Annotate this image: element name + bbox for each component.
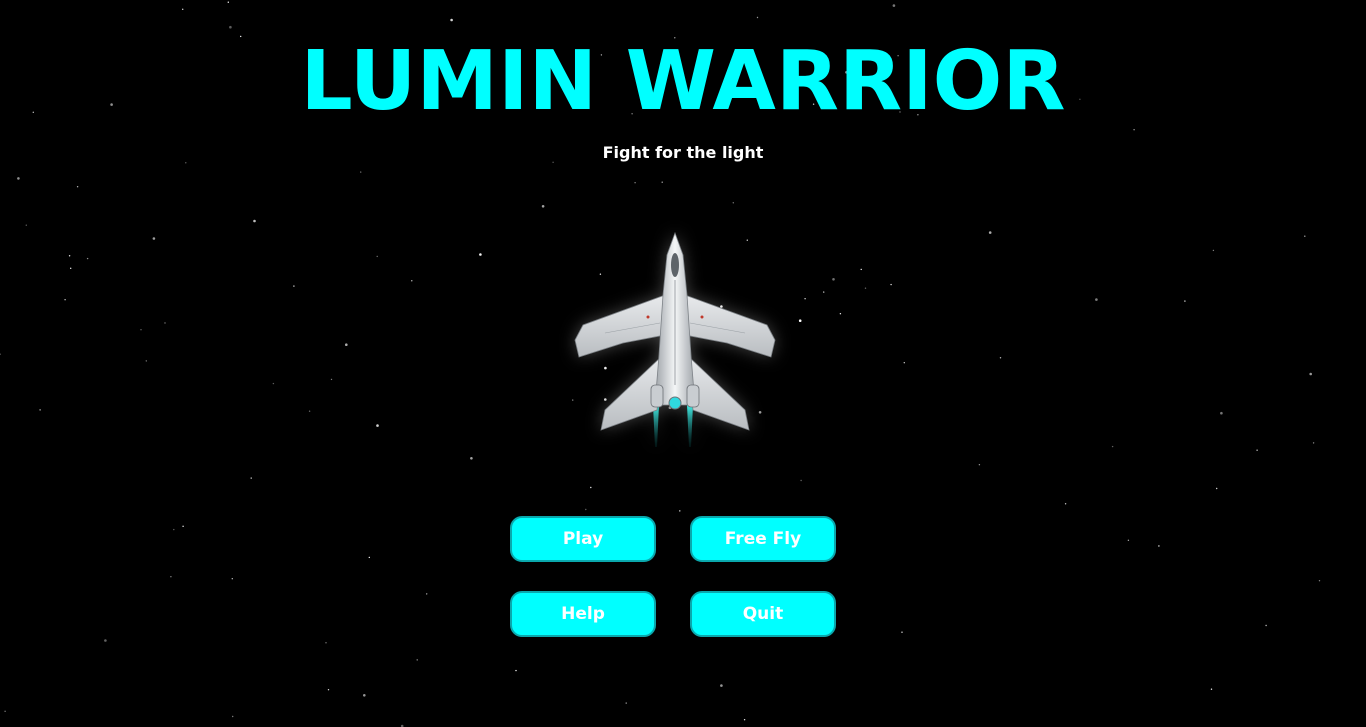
star xyxy=(1265,624,1267,627)
star xyxy=(892,4,896,7)
star xyxy=(182,8,184,10)
star xyxy=(1212,249,1215,252)
star xyxy=(743,719,746,721)
star xyxy=(450,18,453,22)
star xyxy=(800,479,802,482)
star xyxy=(978,464,981,466)
star xyxy=(170,576,172,578)
star xyxy=(804,298,806,300)
star xyxy=(330,378,333,381)
star xyxy=(1312,442,1315,444)
star xyxy=(232,715,234,718)
star xyxy=(1220,411,1223,415)
star xyxy=(1184,300,1186,302)
star xyxy=(17,177,20,180)
star xyxy=(376,424,379,427)
quit-button[interactable]: Quit xyxy=(690,591,836,637)
play-button-label: Play xyxy=(562,529,604,549)
star xyxy=(70,267,72,269)
star xyxy=(104,639,107,642)
star xyxy=(86,257,89,260)
star xyxy=(229,25,232,29)
star xyxy=(231,578,233,580)
help-button-label: Help xyxy=(561,604,605,624)
star xyxy=(308,410,311,412)
star xyxy=(756,16,759,19)
star xyxy=(590,486,592,489)
star xyxy=(634,182,636,184)
star xyxy=(679,510,681,512)
help-button[interactable]: Help xyxy=(510,591,656,637)
play-button[interactable]: Play xyxy=(510,516,656,562)
star xyxy=(470,457,473,460)
star xyxy=(368,556,370,559)
star xyxy=(839,313,842,315)
star xyxy=(39,409,41,411)
star xyxy=(293,285,295,287)
star xyxy=(164,322,166,324)
star xyxy=(823,291,825,293)
star xyxy=(4,710,6,712)
game-subtitle: Fight for the light xyxy=(602,143,764,162)
star xyxy=(541,205,545,208)
star xyxy=(363,694,366,697)
main-menu: Play Free Fly Help Quit xyxy=(510,516,840,641)
star xyxy=(426,593,428,595)
star xyxy=(227,1,229,3)
star xyxy=(173,528,175,531)
star xyxy=(253,219,256,223)
star xyxy=(1309,372,1312,376)
free-fly-button[interactable]: Free Fly xyxy=(690,516,836,562)
star xyxy=(999,357,1002,359)
star xyxy=(864,287,867,289)
star xyxy=(250,477,252,479)
star xyxy=(325,642,327,644)
star xyxy=(360,171,362,173)
star xyxy=(1111,445,1114,448)
star xyxy=(376,255,378,258)
star xyxy=(1210,688,1213,690)
star xyxy=(1216,487,1218,490)
star xyxy=(25,224,27,226)
quit-button-label: Quit xyxy=(742,604,784,624)
game-menu-screen: LUMIN WARRIOR Fight for the light Play F… xyxy=(0,0,1366,727)
star xyxy=(732,202,734,204)
star xyxy=(1064,503,1067,505)
star xyxy=(1304,235,1306,237)
star xyxy=(68,255,71,257)
star xyxy=(661,181,663,183)
star xyxy=(140,329,142,331)
star xyxy=(64,299,66,301)
star xyxy=(1256,449,1258,451)
star xyxy=(890,283,892,286)
star xyxy=(798,319,802,323)
star xyxy=(901,631,903,633)
star xyxy=(0,353,1,355)
star xyxy=(411,280,413,282)
star xyxy=(152,237,156,240)
star xyxy=(272,382,275,385)
free-fly-button-label: Free Fly xyxy=(724,529,802,549)
star xyxy=(182,525,184,527)
star xyxy=(416,659,418,661)
star xyxy=(585,508,587,511)
star xyxy=(988,231,992,234)
star xyxy=(625,702,627,704)
star xyxy=(860,268,862,271)
star xyxy=(1127,539,1130,541)
star xyxy=(720,684,723,687)
star xyxy=(76,186,79,188)
star xyxy=(145,360,147,362)
star xyxy=(832,278,835,281)
star xyxy=(1318,580,1321,582)
star xyxy=(327,689,330,691)
star xyxy=(1095,298,1098,301)
star xyxy=(345,343,348,347)
star xyxy=(903,362,905,364)
spaceship-icon xyxy=(574,231,776,447)
star xyxy=(479,253,482,256)
star xyxy=(515,669,517,672)
star xyxy=(1158,545,1160,547)
game-title: LUMIN WARRIOR xyxy=(300,34,1066,129)
